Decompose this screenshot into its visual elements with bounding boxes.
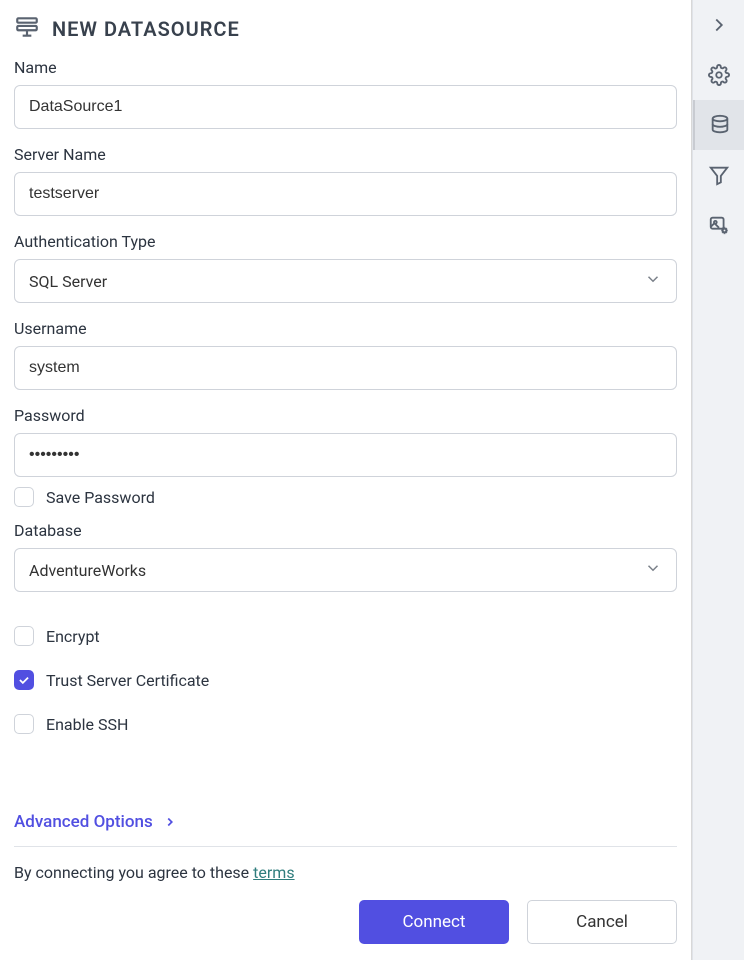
server-name-input[interactable]	[14, 172, 677, 216]
enable-ssh-checkbox[interactable]	[14, 714, 34, 734]
auth-type-value: SQL Server	[29, 272, 107, 291]
terms-link[interactable]: terms	[253, 863, 294, 882]
password-label: Password	[14, 406, 677, 425]
auth-type-select[interactable]: SQL Server	[14, 259, 677, 303]
terms-text: By connecting you agree to these	[14, 863, 253, 882]
image-settings-button[interactable]	[693, 200, 744, 250]
settings-button[interactable]	[693, 50, 744, 100]
cancel-button[interactable]: Cancel	[527, 900, 677, 944]
gear-icon	[708, 64, 730, 86]
username-input[interactable]	[14, 346, 677, 390]
chevron-down-icon	[644, 270, 662, 292]
encrypt-label: Encrypt	[46, 627, 100, 646]
datasource-icon	[14, 14, 40, 44]
datasource-tab-button[interactable]	[693, 100, 744, 150]
connect-button[interactable]: Connect	[359, 900, 509, 944]
database-label: Database	[14, 521, 677, 540]
panel-header: NEW DATASOURCE	[14, 14, 677, 44]
auth-type-label: Authentication Type	[14, 232, 677, 251]
database-value: AdventureWorks	[29, 561, 146, 580]
database-icon	[709, 114, 731, 136]
right-rail	[692, 0, 744, 960]
save-password-checkbox[interactable]	[14, 487, 34, 507]
username-label: Username	[14, 319, 677, 338]
database-select[interactable]: AdventureWorks	[14, 548, 677, 592]
save-password-label: Save Password	[46, 488, 155, 507]
name-label: Name	[14, 58, 677, 77]
image-gear-icon	[708, 214, 730, 236]
advanced-options-toggle[interactable]: Advanced Options	[14, 806, 677, 846]
enable-ssh-label: Enable SSH	[46, 715, 128, 734]
name-input[interactable]	[14, 85, 677, 129]
trust-cert-label: Trust Server Certificate	[46, 671, 209, 690]
password-input[interactable]	[14, 433, 677, 477]
chevron-right-icon	[163, 815, 177, 829]
datasource-form-panel: NEW DATASOURCE Name Server Name Authenti…	[0, 0, 692, 960]
advanced-options-label: Advanced Options	[14, 812, 153, 832]
chevron-down-icon	[644, 559, 662, 581]
terms-row: By connecting you agree to these terms	[14, 846, 677, 882]
panel-title: NEW DATASOURCE	[52, 17, 240, 41]
trust-cert-checkbox[interactable]	[14, 670, 34, 690]
server-name-label: Server Name	[14, 145, 677, 164]
filter-tab-button[interactable]	[693, 150, 744, 200]
chevron-right-icon	[708, 14, 730, 36]
collapse-panel-button[interactable]	[693, 0, 744, 50]
filter-icon	[708, 164, 730, 186]
encrypt-checkbox[interactable]	[14, 626, 34, 646]
